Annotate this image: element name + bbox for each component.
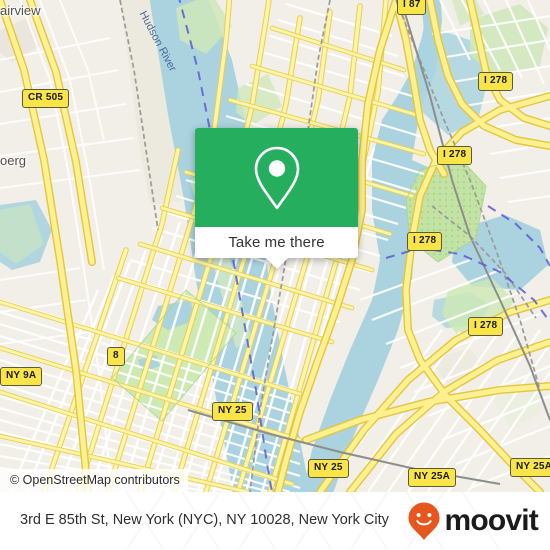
popup-action-bar[interactable]: Take me there bbox=[195, 227, 358, 258]
take-me-there-label: Take me there bbox=[228, 234, 325, 251]
road-shield-8[interactable]: 8 bbox=[107, 347, 125, 366]
location-popup[interactable]: Take me there bbox=[195, 128, 358, 269]
road-shield-cr505[interactable]: CR 505 bbox=[22, 89, 70, 108]
popup-header bbox=[195, 128, 358, 227]
map-viewport[interactable]: Hudson River airview oerg I 87 I 278 I 2… bbox=[0, 0, 550, 492]
road-shield-i278-lower[interactable]: I 278 bbox=[468, 317, 504, 336]
moovit-wordmark: moovit bbox=[444, 504, 538, 537]
moovit-smiling-pin-icon bbox=[408, 502, 440, 540]
place-label-guttenberg: oerg bbox=[0, 153, 27, 168]
road-shield-ny25-east[interactable]: NY 25 bbox=[308, 459, 349, 478]
footer-bar: 3rd E 85th St, New York (NYC), NY 10028,… bbox=[0, 492, 550, 550]
road-shield-i278-mid[interactable]: I 278 bbox=[407, 232, 443, 251]
moovit-logo[interactable]: moovit bbox=[407, 501, 539, 541]
road-shield-ny25a-east[interactable]: NY 25A bbox=[510, 458, 550, 477]
road-shield-i278-upper[interactable]: I 278 bbox=[437, 146, 473, 165]
map-attribution[interactable]: © OpenStreetMap contributors bbox=[0, 469, 188, 492]
road-shield-ny9a[interactable]: NY 9A bbox=[0, 367, 43, 386]
road-shield-ny25-west[interactable]: NY 25 bbox=[212, 402, 253, 421]
popup-tail bbox=[265, 258, 288, 269]
road-shield-ny25a-west[interactable]: NY 25A bbox=[408, 468, 457, 487]
map-screen: Hudson River airview oerg I 87 I 278 I 2… bbox=[0, 0, 550, 550]
place-label-fairview: airview bbox=[0, 3, 41, 18]
road-shield-i278-topright[interactable]: I 278 bbox=[478, 72, 514, 91]
address-text: 3rd E 85th St, New York (NYC), NY 10028,… bbox=[20, 512, 389, 529]
map-pin-icon bbox=[254, 146, 299, 209]
road-shield-i87-north[interactable]: I 87 bbox=[397, 0, 427, 15]
